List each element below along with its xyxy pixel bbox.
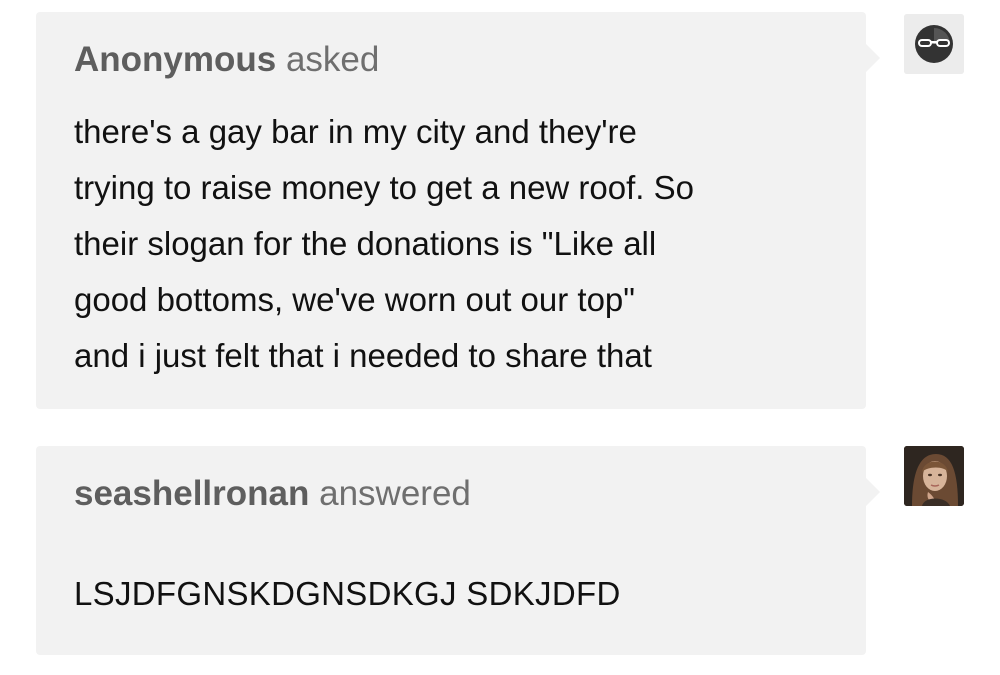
user-avatar[interactable]	[904, 446, 964, 506]
answerer-name[interactable]: seashellronan	[74, 474, 309, 513]
question-line: and i just felt that i needed to share t…	[74, 337, 652, 374]
asked-label: asked	[285, 40, 380, 79]
answer-header: seashellronan answered	[74, 472, 828, 516]
ask-header: Anonymous asked	[74, 38, 828, 82]
question-line: good bottoms, we've worn out our top"	[74, 281, 635, 318]
ask-answer-thread: Anonymous asked there's a gay bar in my …	[0, 0, 1000, 675]
question-line: there's a gay bar in my city and they're	[74, 113, 637, 150]
user-photo-avatar	[904, 446, 964, 506]
ask-question-text: there's a gay bar in my city and they're…	[74, 104, 828, 384]
asker-name[interactable]: Anonymous	[74, 40, 276, 79]
answer-bubble: seashellronan answered LSJDFGNSKDGNSDKGJ…	[36, 446, 880, 655]
question-line: their slogan for the donations is "Like …	[74, 225, 657, 262]
question-line: trying to raise money to get a new roof.…	[74, 169, 694, 206]
ask-bubble: Anonymous asked there's a gay bar in my …	[36, 12, 880, 409]
anonymous-sunglasses-icon	[904, 14, 964, 74]
answered-label: answered	[319, 474, 471, 513]
answer-text: LSJDFGNSKDGNSDKGJ SDKJDFD	[74, 575, 621, 612]
anonymous-avatar[interactable]	[904, 14, 964, 74]
